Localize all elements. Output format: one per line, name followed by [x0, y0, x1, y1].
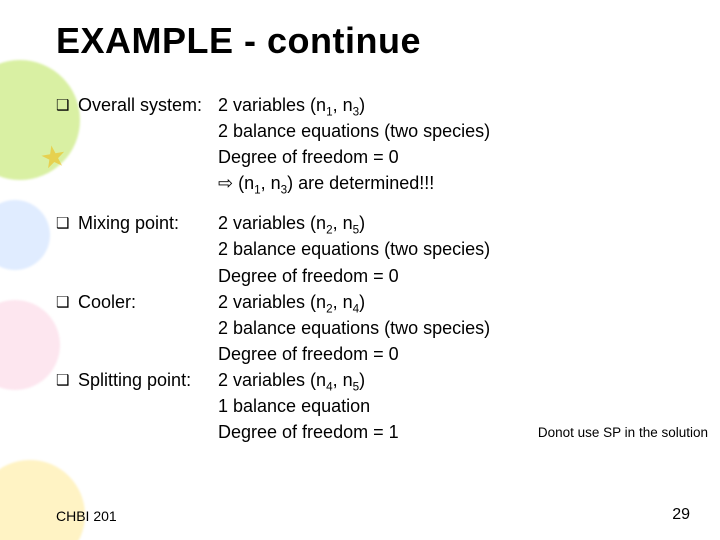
- text: 2 variables (n: [218, 213, 326, 233]
- item-label: Splitting point:: [78, 367, 218, 393]
- text: ): [359, 292, 365, 312]
- item-label: Mixing point:: [78, 210, 218, 236]
- text: 2 variables (n: [218, 370, 326, 390]
- bullet-icon: ❑: [56, 210, 78, 235]
- item-body: 2 variables (n2, n5) 2 balance equations…: [218, 210, 696, 288]
- text: ) are determined!!!: [287, 173, 434, 193]
- footer-course-code: CHBI 201: [56, 508, 117, 524]
- item-cooler: ❑ Cooler: 2 variables (n2, n4) 2 balance…: [56, 289, 696, 367]
- footer-page-number: 29: [672, 506, 690, 524]
- text: Degree of freedom = 0: [218, 263, 696, 289]
- slide-content: ❑ Overall system: 2 variables (n1, n3) 2…: [56, 92, 696, 445]
- deco-blob-3: [0, 200, 50, 270]
- text: ): [359, 213, 365, 233]
- text: 2 balance equations (two species): [218, 315, 696, 341]
- text: , n: [261, 173, 281, 193]
- text: 2 balance equations (two species): [218, 236, 696, 262]
- text: 2 variables (n: [218, 292, 326, 312]
- bullet-icon: ❑: [56, 92, 78, 117]
- item-label: Cooler:: [78, 289, 218, 315]
- deco-blob-4: [0, 460, 85, 540]
- text: , n: [333, 370, 353, 390]
- side-note: Donot use SP in the solution: [538, 425, 708, 440]
- slide-title: EXAMPLE - continue: [56, 20, 421, 62]
- text: 2 balance equations (two species): [218, 118, 696, 144]
- item-overall: ❑ Overall system: 2 variables (n1, n3) 2…: [56, 92, 696, 196]
- text: , n: [333, 292, 353, 312]
- text: , n: [333, 95, 353, 115]
- text: (n: [233, 173, 254, 193]
- deco-blob-2: [0, 300, 60, 390]
- text: Degree of freedom = 0: [218, 341, 696, 367]
- text: ): [359, 370, 365, 390]
- text: 2 variables (n: [218, 95, 326, 115]
- bullet-icon: ❑: [56, 367, 78, 392]
- bullet-icon: ❑: [56, 289, 78, 314]
- item-mixing: ❑ Mixing point: 2 variables (n2, n5) 2 b…: [56, 210, 696, 288]
- text: ): [359, 95, 365, 115]
- item-body: 2 variables (n1, n3) 2 balance equations…: [218, 92, 696, 196]
- text: Degree of freedom = 0: [218, 144, 696, 170]
- text: 1 balance equation: [218, 393, 696, 419]
- arrow-icon: ⇨: [218, 173, 233, 193]
- item-body: 2 variables (n2, n4) 2 balance equations…: [218, 289, 696, 367]
- item-label: Overall system:: [78, 92, 218, 118]
- text: , n: [333, 213, 353, 233]
